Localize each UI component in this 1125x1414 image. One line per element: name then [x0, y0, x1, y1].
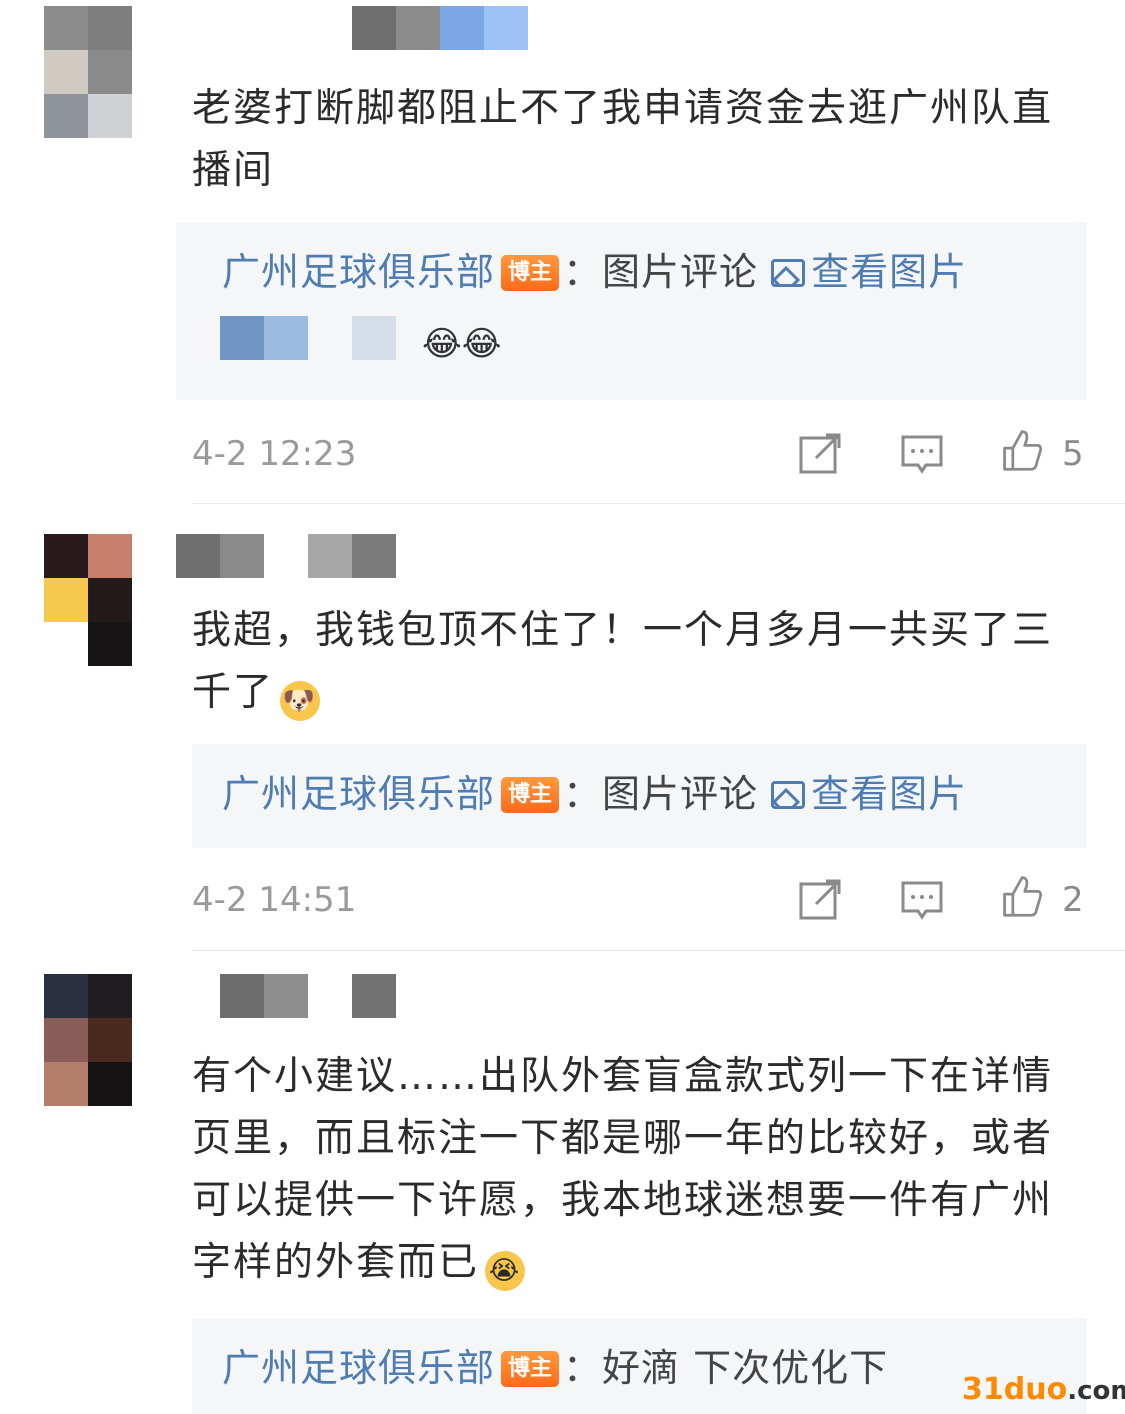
crying-emoji: 😭 — [485, 1251, 526, 1291]
like-icon[interactable] — [1000, 874, 1044, 918]
like-icon[interactable] — [1000, 428, 1044, 472]
reply-line: 广州足球俱乐部 博主 ：好滴 下次优化下 — [222, 1342, 888, 1394]
author-badge: 博主 — [501, 777, 560, 813]
reply-content: 图片评论 — [602, 250, 759, 294]
comment-text: 我超，我钱包顶不住了！一个月多月一共买了三千了 🐶 — [192, 600, 1082, 724]
like-count: 5 — [1062, 434, 1084, 474]
reply-line: 广州足球俱乐部 博主 ：图片评论 查看图片 — [222, 246, 967, 298]
comment-time: 4-2 12:23 — [192, 434, 357, 474]
share-icon[interactable] — [798, 432, 842, 476]
avatar[interactable] — [44, 6, 132, 138]
comment-icon[interactable] — [900, 878, 944, 922]
view-picture-link[interactable]: 查看图片 — [771, 772, 967, 816]
reply-line: 广州足球俱乐部 博主 ：图片评论 查看图片 — [222, 768, 967, 820]
image-icon — [771, 259, 806, 287]
reply-author[interactable]: 广州足球俱乐部 — [222, 772, 495, 816]
comment-text: 有个小建议……出队外套盲盒款式列一下在详情页里，而且标注一下都是哪一年的比较好，… — [192, 1046, 1082, 1294]
username-blurred — [308, 534, 396, 578]
view-picture-link[interactable]: 查看图片 — [771, 250, 967, 294]
reply-emoji: 😂😂 — [422, 324, 502, 364]
reply-user-blurred[interactable] — [220, 316, 308, 360]
comment-icon[interactable] — [900, 432, 944, 476]
watermark-logo: 31duo.com — [962, 1372, 1125, 1407]
username-blurred[interactable] — [176, 534, 264, 578]
author-badge: 博主 — [501, 1351, 560, 1387]
reply-box[interactable]: 广州足球俱乐部 博主 ：图片评论 查看图片 — [192, 744, 1086, 848]
share-icon[interactable] — [798, 878, 842, 922]
reply-author[interactable]: 广州足球俱乐部 — [222, 250, 495, 294]
reply-content: 图片评论 — [602, 772, 759, 816]
reply-box[interactable]: 广州足球俱乐部 博主 ：好滴 下次优化下 — [192, 1318, 1086, 1414]
comment-time: 4-2 14:51 — [192, 880, 357, 920]
reply-content: 好滴 下次优化下 — [602, 1346, 889, 1390]
reply-separator: ： — [563, 250, 603, 294]
like-count: 2 — [1062, 880, 1084, 920]
author-badge: 博主 — [501, 255, 560, 291]
divider — [192, 503, 1125, 504]
avatar[interactable] — [44, 974, 132, 1106]
reply-separator: ： — [563, 1346, 603, 1390]
image-icon — [771, 781, 806, 809]
reply-separator: ： — [563, 772, 603, 816]
comment-text: 老婆打断脚都阻止不了我申请资金去逛广州队直播间 — [192, 86, 1054, 193]
divider — [192, 950, 1125, 951]
username-blurred[interactable] — [352, 6, 528, 50]
username-blurred[interactable] — [220, 974, 308, 1018]
doge-emoji: 🐶 — [280, 681, 321, 721]
reply-author[interactable]: 广州足球俱乐部 — [222, 1346, 495, 1390]
avatar[interactable] — [44, 534, 132, 666]
reply-box[interactable]: 广州足球俱乐部 博主 ：图片评论 查看图片 😂😂 — [176, 222, 1086, 400]
username-blurred — [352, 974, 396, 1018]
reply-user-blurred — [352, 316, 396, 360]
